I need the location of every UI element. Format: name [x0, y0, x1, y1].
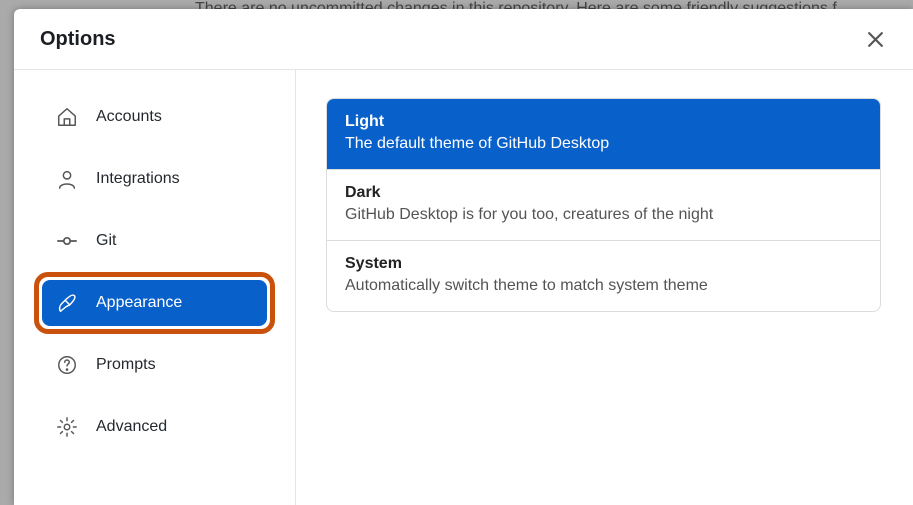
- sidebar-item-label: Integrations: [96, 170, 180, 188]
- sidebar-item-label: Advanced: [96, 418, 167, 436]
- sidebar-item-prompts[interactable]: Prompts: [42, 342, 267, 388]
- sidebar-item-accounts[interactable]: Accounts: [42, 94, 267, 140]
- dialog-header: Options: [14, 9, 913, 70]
- sidebar-item-advanced[interactable]: Advanced: [42, 404, 267, 450]
- dialog-title: Options: [40, 28, 116, 51]
- theme-list: Light The default theme of GitHub Deskto…: [326, 98, 881, 312]
- sidebar-item-appearance[interactable]: Appearance: [42, 280, 267, 326]
- theme-title: System: [345, 255, 862, 273]
- sidebar-item-label: Accounts: [96, 108, 162, 126]
- theme-description: The default theme of GitHub Desktop: [345, 135, 862, 153]
- paintbrush-icon: [56, 292, 78, 314]
- git-commit-icon: [56, 230, 78, 252]
- theme-option-system[interactable]: System Automatically switch theme to mat…: [327, 241, 880, 311]
- sidebar-item-label: Git: [96, 232, 116, 250]
- close-icon: [867, 31, 884, 48]
- theme-title: Dark: [345, 184, 862, 202]
- question-circle-icon: [56, 354, 78, 376]
- close-button[interactable]: [863, 27, 887, 51]
- options-dialog: Options Accounts: [14, 9, 913, 505]
- sidebar: Accounts Integrations: [14, 70, 296, 505]
- person-icon: [56, 168, 78, 190]
- gear-icon: [56, 416, 78, 438]
- sidebar-item-label: Prompts: [96, 356, 156, 374]
- home-icon: [56, 106, 78, 128]
- theme-option-light[interactable]: Light The default theme of GitHub Deskto…: [327, 99, 880, 170]
- theme-description: Automatically switch theme to match syst…: [345, 277, 862, 295]
- theme-description: GitHub Desktop is for you too, creatures…: [345, 206, 862, 224]
- content-pane: Light The default theme of GitHub Deskto…: [296, 70, 913, 505]
- sidebar-item-label: Appearance: [96, 294, 182, 312]
- sidebar-item-git[interactable]: Git: [42, 218, 267, 264]
- theme-title: Light: [345, 113, 862, 131]
- dialog-body: Accounts Integrations: [14, 70, 913, 505]
- sidebar-item-integrations[interactable]: Integrations: [42, 156, 267, 202]
- theme-option-dark[interactable]: Dark GitHub Desktop is for you too, crea…: [327, 170, 880, 241]
- highlight-box: Appearance: [34, 272, 275, 334]
